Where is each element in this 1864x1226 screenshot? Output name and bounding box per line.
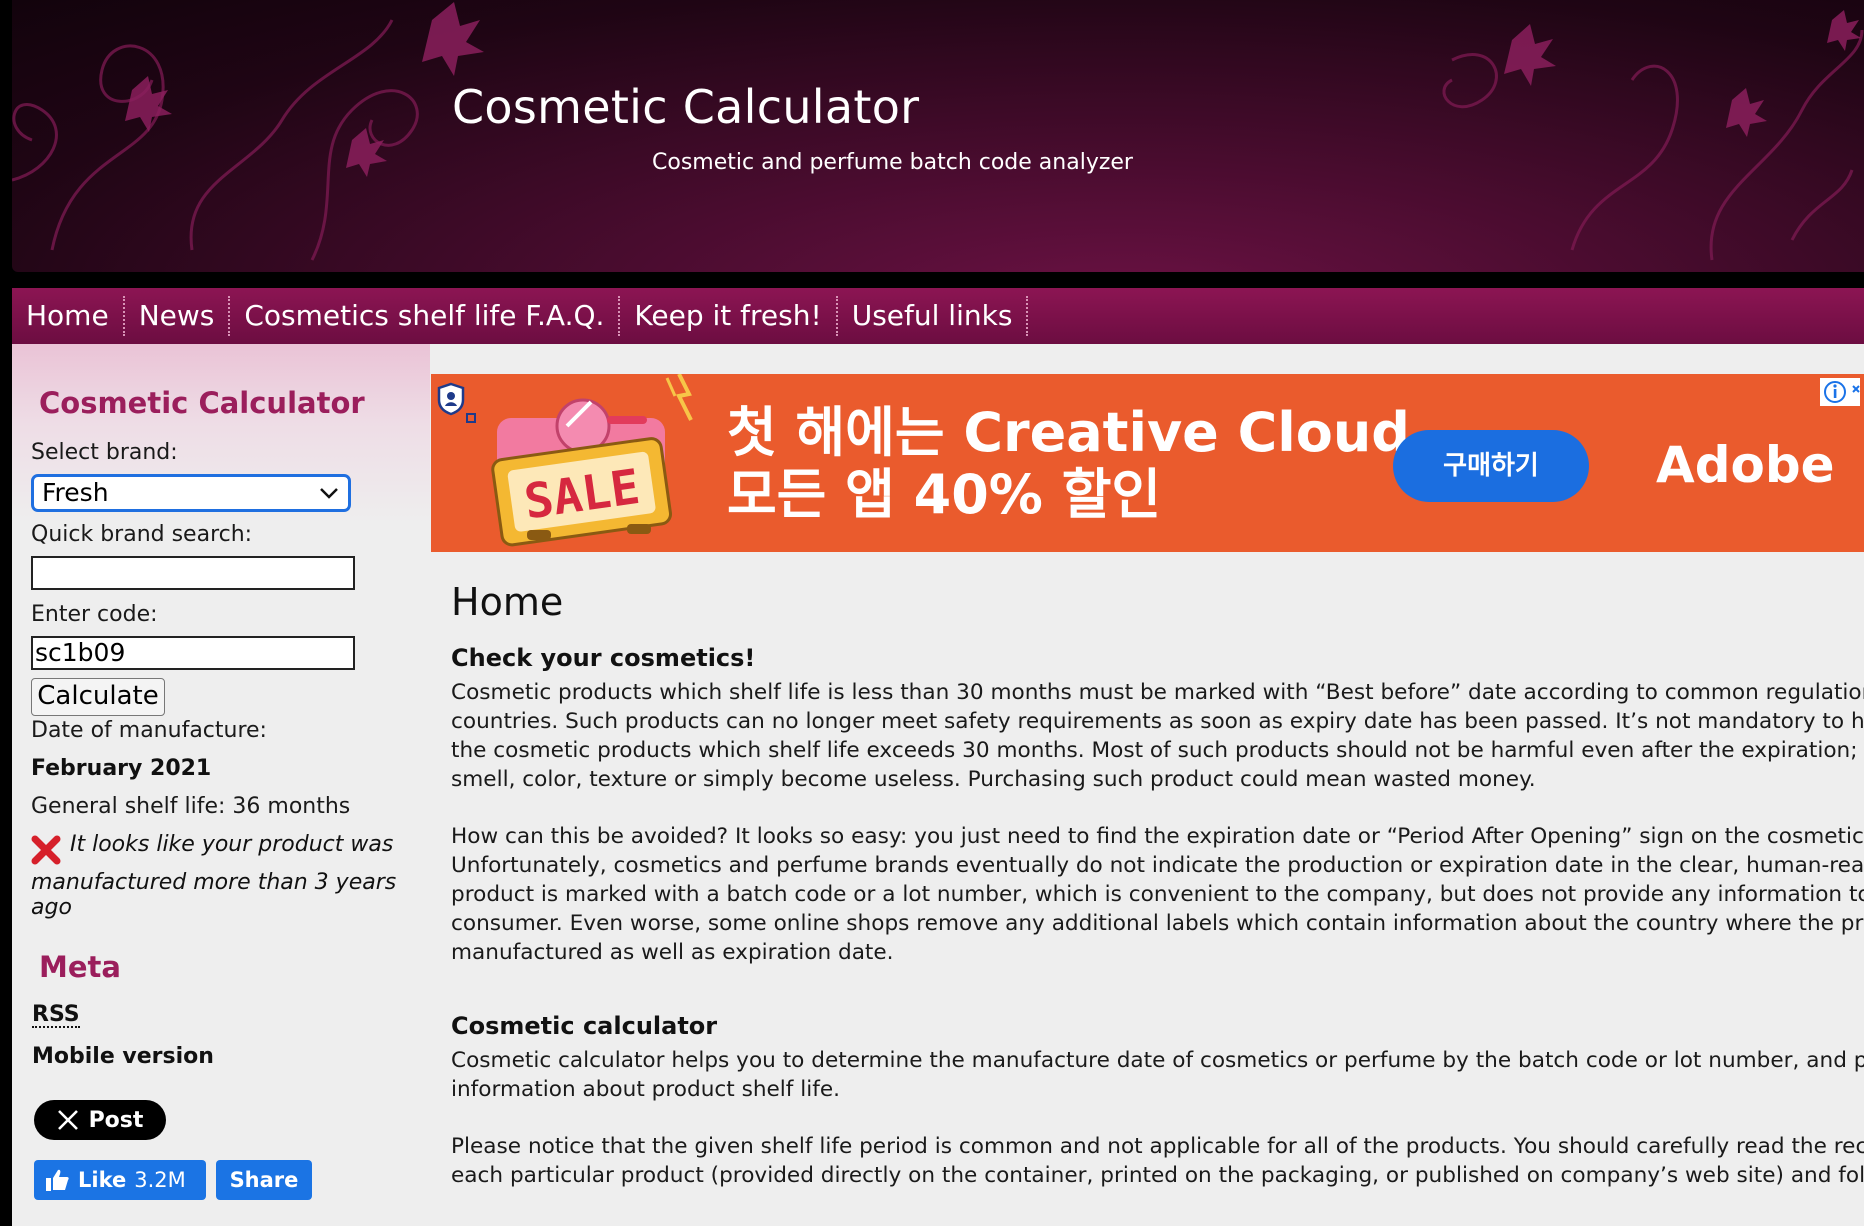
x-post-label: Post <box>88 1107 144 1133</box>
date-of-manufacture-label: Date of manufacture: <box>31 718 267 743</box>
date-of-manufacture-value: February 2021 <box>31 756 212 781</box>
mobile-version-link[interactable]: Mobile version <box>32 1044 214 1069</box>
paragraph-line: Please notice that the given shelf life … <box>451 1134 1864 1159</box>
paragraph-line: Cosmetic products which shelf life is le… <box>451 680 1864 705</box>
quick-search-label: Quick brand search: <box>31 522 253 547</box>
quick-brand-search-input[interactable] <box>31 556 355 590</box>
thumbs-up-icon <box>46 1169 69 1191</box>
paragraph-line: manufactured as well as expiration date. <box>451 940 894 965</box>
paragraph-avoid: How can this be avoided? It looks so eas… <box>451 822 1864 967</box>
paragraph-line: each particular product (provided direct… <box>451 1163 1864 1188</box>
rss-link[interactable]: RSS <box>32 1004 80 1028</box>
site-header: Cosmetic Calculator Cosmetic and perfume… <box>12 0 1864 272</box>
warning-line-1: It looks like your product was <box>70 832 394 857</box>
facebook-share-button[interactable]: Share <box>216 1160 312 1200</box>
paragraph-line: consumer. Even worse, some online shops … <box>451 911 1864 936</box>
brand-select-value: Fresh <box>42 478 109 507</box>
chevron-down-icon <box>320 488 338 499</box>
nav-news[interactable]: News <box>125 296 231 336</box>
warning-line-2: manufactured more than 3 years ago <box>31 870 397 920</box>
enter-code-label: Enter code: <box>31 602 158 627</box>
paragraph-line: the cosmetic products which shelf life e… <box>451 738 1864 763</box>
paragraph-line: information about product shelf life. <box>451 1077 841 1102</box>
paragraph-line: smell, color, texture or simply become u… <box>451 767 1536 792</box>
paragraph-line: Cosmetic calculator helps you to determi… <box>451 1048 1864 1073</box>
nav-home[interactable]: Home <box>26 296 125 336</box>
meta-heading: Meta <box>39 950 121 984</box>
nav-useful-links[interactable]: Useful links <box>838 296 1029 336</box>
paragraph-line: countries. Such products can no longer m… <box>451 709 1864 734</box>
sidebar: Cosmetic Calculator Select brand: Fresh … <box>12 344 430 1226</box>
select-brand-label: Select brand: <box>31 440 178 465</box>
facebook-like-label: Like <box>78 1168 127 1192</box>
paragraph-line: Unfortunately, cosmetics and perfume bra… <box>451 853 1864 878</box>
paragraph-notice: Please notice that the given shelf life … <box>451 1132 1864 1190</box>
site-title[interactable]: Cosmetic Calculator <box>452 80 919 134</box>
brand-select[interactable]: Fresh <box>31 474 351 512</box>
paragraph-line: product is marked with a batch code or a… <box>451 882 1864 907</box>
page-title: Home <box>451 580 564 624</box>
paragraph-line: How can this be avoided? It looks so eas… <box>451 824 1864 849</box>
x-post-button[interactable]: Post <box>34 1100 166 1140</box>
red-x-icon <box>31 835 61 865</box>
paragraph-intro: Cosmetic products which shelf life is le… <box>451 678 1864 794</box>
calculator-heading: Cosmetic Calculator <box>39 386 365 420</box>
batch-code-input[interactable]: sc1b09 <box>31 636 355 670</box>
section-heading-check-cosmetics: Check your cosmetics! <box>451 644 756 672</box>
section-heading-cosmetic-calculator: Cosmetic calculator <box>451 1012 718 1040</box>
nav-keep-it-fresh[interactable]: Keep it fresh! <box>620 296 838 336</box>
calculate-button[interactable]: Calculate <box>31 678 165 716</box>
facebook-like-count: 3.2M <box>134 1168 186 1192</box>
shelf-life-text: General shelf life: 36 months <box>31 794 351 819</box>
x-logo-icon <box>57 1110 78 1130</box>
decorative-swirl-pattern <box>12 2 1864 261</box>
site-subtitle: Cosmetic and perfume batch code analyzer <box>652 150 1133 175</box>
nav-shelf-life-faq[interactable]: Cosmetics shelf life F.A.Q. <box>230 296 621 336</box>
main-content: Home Check your cosmetics! Cosmetic prod… <box>451 344 1864 1226</box>
facebook-like-button[interactable]: Like 3.2M <box>34 1160 206 1200</box>
paragraph-calculator: Cosmetic calculator helps you to determi… <box>451 1046 1864 1104</box>
main-nav: Home News Cosmetics shelf life F.A.Q. Ke… <box>12 288 1864 344</box>
page-body: Cosmetic Calculator Select brand: Fresh … <box>12 344 1864 1226</box>
